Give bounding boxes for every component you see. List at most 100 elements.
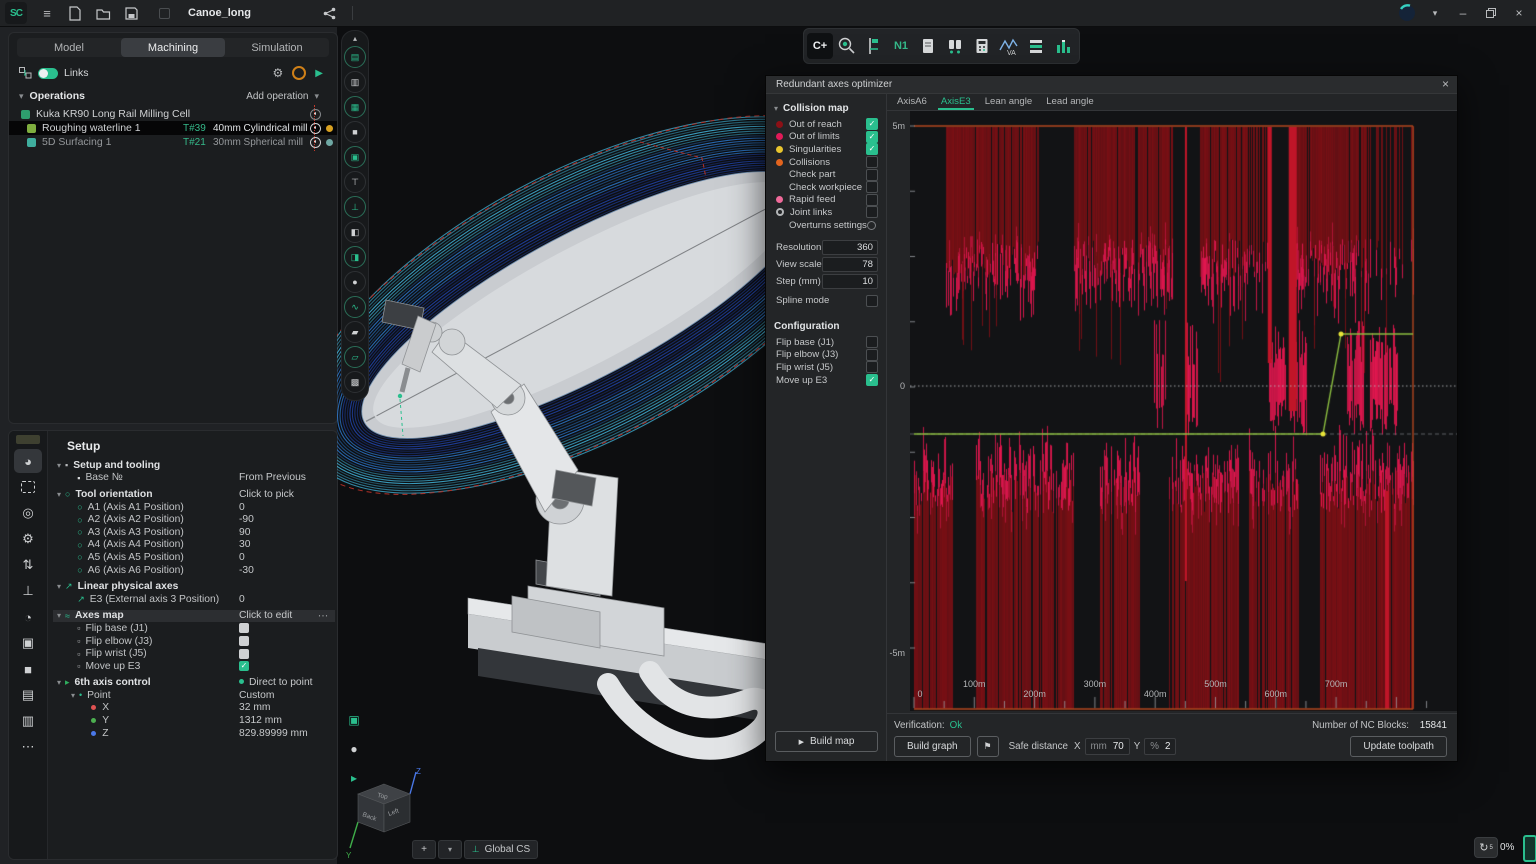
setup-row[interactable]: ▾•PointCustom [53,689,335,702]
overturns-settings-row[interactable]: Overturns settings [766,219,886,232]
legend-checkbox[interactable] [866,206,878,218]
setup-row-value[interactable]: 30 [239,539,250,550]
y-unit[interactable]: % [1150,741,1159,752]
setup-checkbox[interactable] [239,636,249,646]
operation-row[interactable]: 5D Surfacing 1T#2130mm Spherical mill [9,135,337,149]
avatar[interactable] [1396,3,1418,23]
chevron-down-icon[interactable]: ▾ [71,691,75,700]
chevron-down-icon[interactable]: ▾ [57,611,61,620]
setup-row-value[interactable]: -90 [239,514,254,525]
setup-row[interactable]: ▾≈Axes mapClick to edit⋯ [53,610,335,623]
setup-row[interactable]: ▫Move up E3✓ [53,660,335,673]
part-visibility-icon[interactable]: ▦ [344,96,366,118]
sidebar-item-fixtures[interactable]: ▥ [14,709,42,733]
chevron-down-icon[interactable]: ▾ [57,678,61,687]
setup-row-value[interactable]: 1312 mm [239,715,282,726]
solids-display-icon[interactable]: ▱ [344,346,366,368]
setup-row-value[interactable]: 90 [239,527,250,538]
setup-row[interactable]: Y1312 mm [53,714,335,727]
collapse-toolbar-icon[interactable]: ▴ [353,34,357,44]
document-icon[interactable] [915,33,941,59]
calculator-icon[interactable] [969,33,995,59]
setup-row[interactable]: ○A3 (Axis A3 Position)90 [53,526,335,539]
field-input[interactable]: 10 [822,274,878,289]
setup-row[interactable]: ○A4 (Axis A4 Position)30 [53,539,335,552]
new-file-icon[interactable] [64,3,86,23]
render-mode-icon[interactable]: ● [344,739,364,759]
setup-row-value[interactable]: 32 mm [239,702,270,713]
collision-map-section[interactable]: ▾ Collision map [774,103,878,114]
build-map-button[interactable]: ▶ Build map [775,731,878,752]
setup-row[interactable]: ▫Flip elbow (J3) [53,635,335,648]
chevron-down-icon[interactable]: ▾ [57,490,61,499]
setup-row-value[interactable]: Direct to point [239,677,313,688]
config-checkbox[interactable] [866,349,878,361]
surfaces-display-icon[interactable]: ▰ [344,321,366,343]
save-icon[interactable] [120,3,142,23]
y-value[interactable]: 2 [1165,741,1170,752]
setup-row[interactable]: ▫Flip base (J1) [53,622,335,635]
config-checkbox[interactable]: ✓ [866,374,878,386]
overturns-icon[interactable] [292,66,306,80]
config-checkbox[interactable] [866,361,878,373]
share-icon[interactable] [319,3,341,23]
safe-distance-x-input[interactable]: mm 70 [1085,738,1130,755]
minimize-icon[interactable]: – [1452,3,1474,23]
setup-row[interactable]: Z829.89999 mm [53,727,335,740]
legend-checkbox[interactable] [866,169,878,181]
open-file-icon[interactable] [92,3,114,23]
setup-row-value[interactable]: Click to edit [239,610,292,621]
setup-row[interactable]: ○A5 (Axis A5 Position)0 [53,551,335,564]
legend-checkbox[interactable]: ✓ [866,143,878,155]
chart-tab-axise3[interactable]: AxisE3 [934,93,978,110]
tab-machining[interactable]: Machining [121,38,225,57]
links-toggle[interactable] [38,68,58,79]
chevron-down-icon[interactable]: ▾ [1424,3,1446,23]
probe-icon[interactable] [834,33,860,59]
setup-checkbox[interactable] [239,623,249,633]
update-toolpath-button[interactable]: Update toolpath [1350,736,1447,757]
operation-row[interactable]: Kuka KR90 Long Rail Milling Cell [9,107,337,121]
chart-tab-lean-angle[interactable]: Lean angle [978,93,1039,110]
setup-row-value[interactable]: From Previous [239,472,306,483]
setup-row[interactable]: ○A2 (Axis A2 Position)-90 [53,513,335,526]
overturns-settings-radio[interactable] [867,221,876,230]
add-operation-button[interactable]: Add operation▾ [246,91,329,102]
stock-visibility-icon[interactable]: ▥ [344,71,366,93]
operation-visibility-icon[interactable] [310,123,321,134]
legend-checkbox[interactable]: ✓ [866,131,878,143]
tool-visibility-icon[interactable]: ⊤ [344,171,366,193]
layers-icon[interactable] [1023,33,1049,59]
setup-row-value[interactable]: -30 [239,565,254,576]
setup-row[interactable]: ↗E3 (External axis 3 Position)0 [53,593,335,606]
more-options-icon[interactable]: ⋯ [318,610,329,622]
setup-row-value[interactable]: 0 [239,552,245,563]
setup-row[interactable]: X32 mm [53,702,335,715]
play-icon[interactable]: ▶ [315,68,323,79]
setup-row[interactable]: ○A1 (Axis A1 Position)0 [53,501,335,514]
build-graph-button[interactable]: Build graph [894,736,971,757]
global-cs-button[interactable]: ⊥ Global CS [464,840,538,859]
config-checkbox[interactable] [866,336,878,348]
setup-row[interactable]: ▫Flip wrist (J5) [53,647,335,660]
setup-row-value[interactable]: 0 [239,502,245,513]
field-input[interactable]: 78 [822,257,878,272]
app-logo-icon[interactable]: SC [5,2,27,24]
configuration-section[interactable]: Configuration [774,321,878,332]
field-input[interactable]: 360 [822,240,878,255]
sidebar-item-workpiece[interactable]: ■ [14,657,42,681]
caliper-icon[interactable] [861,33,887,59]
setup-row-value[interactable]: 0 [239,594,245,605]
signal-icon[interactable]: VA [996,33,1022,59]
nc-program-icon[interactable]: N1 [888,33,914,59]
sidebar-item-job-zone[interactable] [14,475,42,499]
menu-icon[interactable]: ≡ [36,3,58,23]
collision-map-chart[interactable] [910,111,1457,711]
chevron-down-icon[interactable]: ▾ [57,461,61,470]
toolholder-visibility-icon[interactable]: ⊥ [344,196,366,218]
setup-row[interactable]: ▾○Tool orientationClick to pick [53,488,335,501]
operation-row[interactable]: Roughing waterline 1T#3940mm Cylindrical… [9,121,337,135]
x-value[interactable]: 70 [1113,741,1124,752]
close-icon[interactable]: × [1442,77,1449,91]
history-status-icon[interactable]: ↻5 [1474,837,1498,858]
